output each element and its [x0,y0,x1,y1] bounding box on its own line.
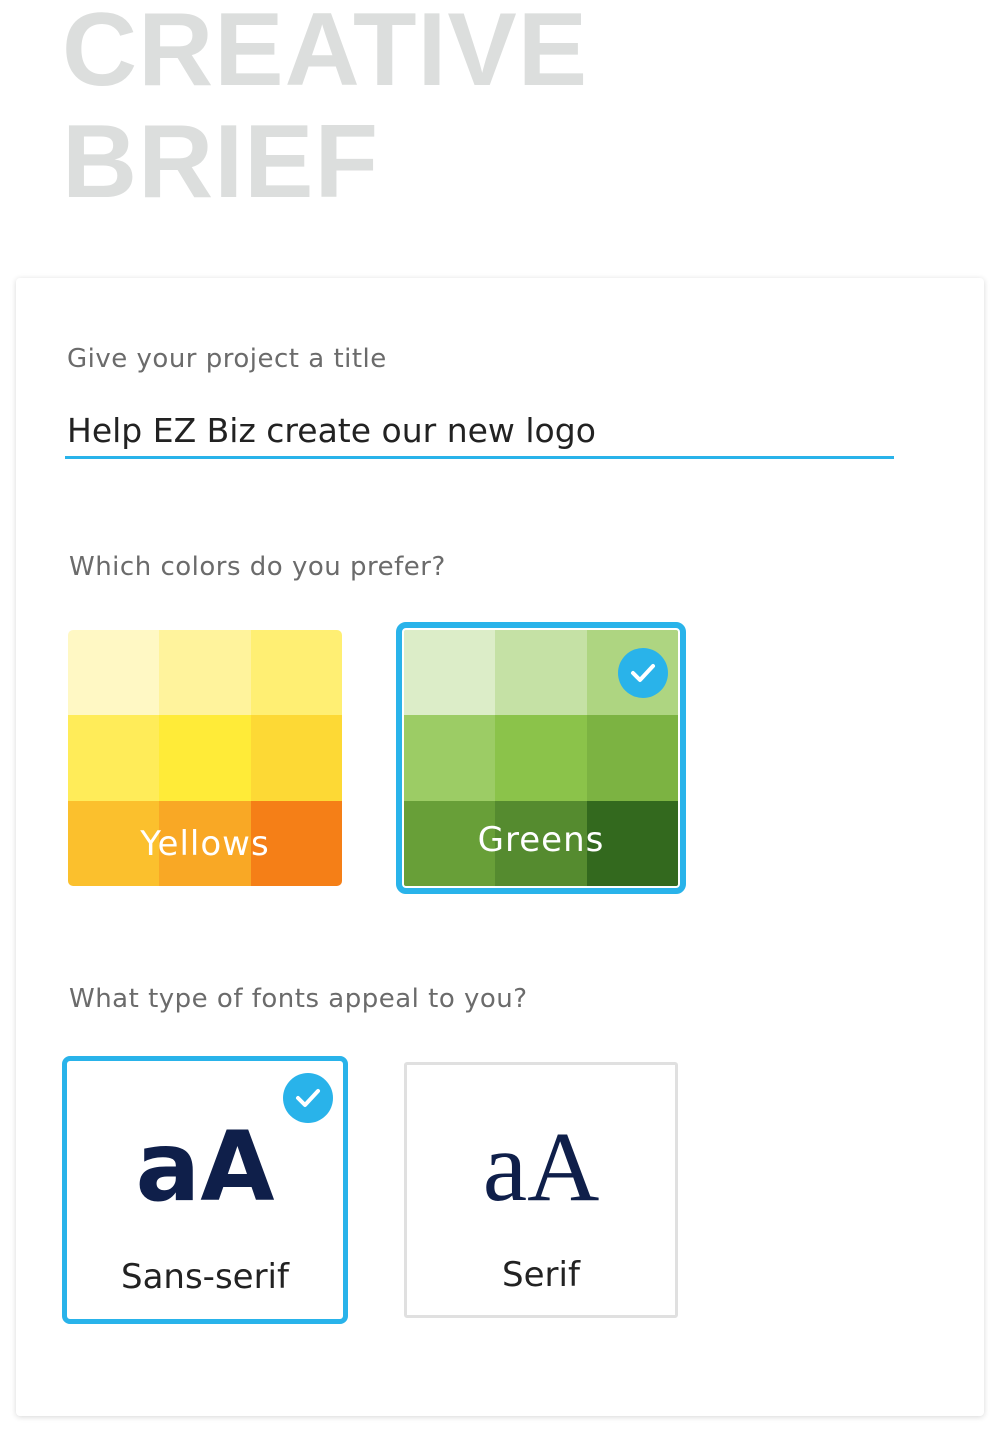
brief-form-card: Give your project a title Which colors d… [16,278,984,1416]
font-option-label: Sans-serif [121,1257,289,1297]
color-option-label: Yellows [140,824,270,864]
creative-brief-page: CREATIVE BRIEF Give your project a title… [0,0,1000,1436]
color-option-yellows[interactable]: Yellows [68,630,342,886]
swatch-cell [159,715,251,801]
page-title: CREATIVE BRIEF [62,0,589,220]
swatch-cell [250,630,342,716]
serif-sample: aA [482,1111,600,1222]
colors-question-label: Which colors do you prefer? [69,552,446,582]
font-option-serif[interactable]: aA Serif [404,1062,678,1318]
swatch-cell [495,715,587,801]
swatch-cell [586,715,678,801]
swatch-cell [495,630,587,716]
sans-serif-sample: aA [135,1111,275,1223]
swatch-cell [68,715,160,801]
font-option-sans-serif[interactable]: aA Sans-serif [62,1056,348,1324]
swatch-cell [68,630,160,716]
project-title-label: Give your project a title [67,344,387,374]
project-title-input[interactable] [65,404,894,459]
font-option-label: Serif [502,1255,580,1295]
swatch-cell [404,715,496,801]
swatch-cell [250,715,342,801]
fonts-question-label: What type of fonts appeal to you? [69,984,528,1014]
checkmark-icon [618,648,668,698]
swatch-cell [159,630,251,716]
color-option-greens[interactable]: Greens [404,630,678,886]
swatch-cell [404,630,496,716]
color-option-label: Greens [477,820,605,860]
